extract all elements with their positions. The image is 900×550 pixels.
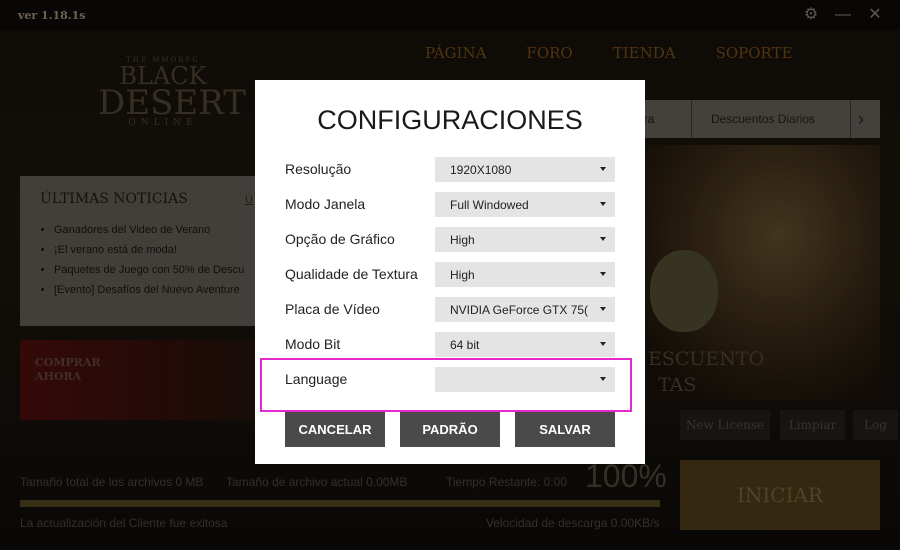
caret-down-icon (600, 272, 606, 276)
caret-down-icon (600, 237, 606, 241)
video-card-label: Placa de Vídeo (285, 301, 380, 317)
caret-down-icon (600, 377, 606, 381)
caret-down-icon (600, 167, 606, 171)
caret-down-icon (600, 202, 606, 206)
caret-down-icon (600, 307, 606, 311)
bit-mode-select[interactable]: 64 bit (435, 332, 615, 357)
resolution-select[interactable]: 1920X1080 (435, 157, 615, 182)
resolution-value: 1920X1080 (450, 163, 512, 177)
texture-quality-label: Qualidade de Textura (285, 266, 418, 282)
cancel-button[interactable]: CANCELAR (285, 412, 385, 447)
settings-dialog: CONFIGURACIONES Resolução 1920X1080 Modo… (255, 80, 645, 464)
resolution-label: Resolução (285, 161, 352, 177)
texture-quality-select[interactable]: High (435, 262, 615, 287)
graphics-option-value: High (450, 233, 475, 247)
texture-quality-value: High (450, 268, 475, 282)
bit-mode-label: Modo Bit (285, 336, 341, 352)
language-select[interactable] (435, 367, 615, 392)
graphics-option-select[interactable]: High (435, 227, 615, 252)
bit-mode-value: 64 bit (450, 338, 480, 352)
window-mode-value: Full Windowed (450, 198, 529, 212)
video-card-value: NVIDIA GeForce GTX 75( (450, 303, 589, 317)
window-mode-select[interactable]: Full Windowed (435, 192, 615, 217)
save-button[interactable]: SALVAR (515, 412, 615, 447)
default-button[interactable]: PADRÃO (400, 412, 500, 447)
video-card-select[interactable]: NVIDIA GeForce GTX 75( (435, 297, 615, 322)
graphics-option-label: Opção de Gráfico (285, 231, 395, 247)
window-mode-label: Modo Janela (285, 196, 366, 212)
language-label: Language (285, 371, 348, 387)
caret-down-icon (600, 342, 606, 346)
dialog-title: CONFIGURACIONES (317, 105, 583, 135)
